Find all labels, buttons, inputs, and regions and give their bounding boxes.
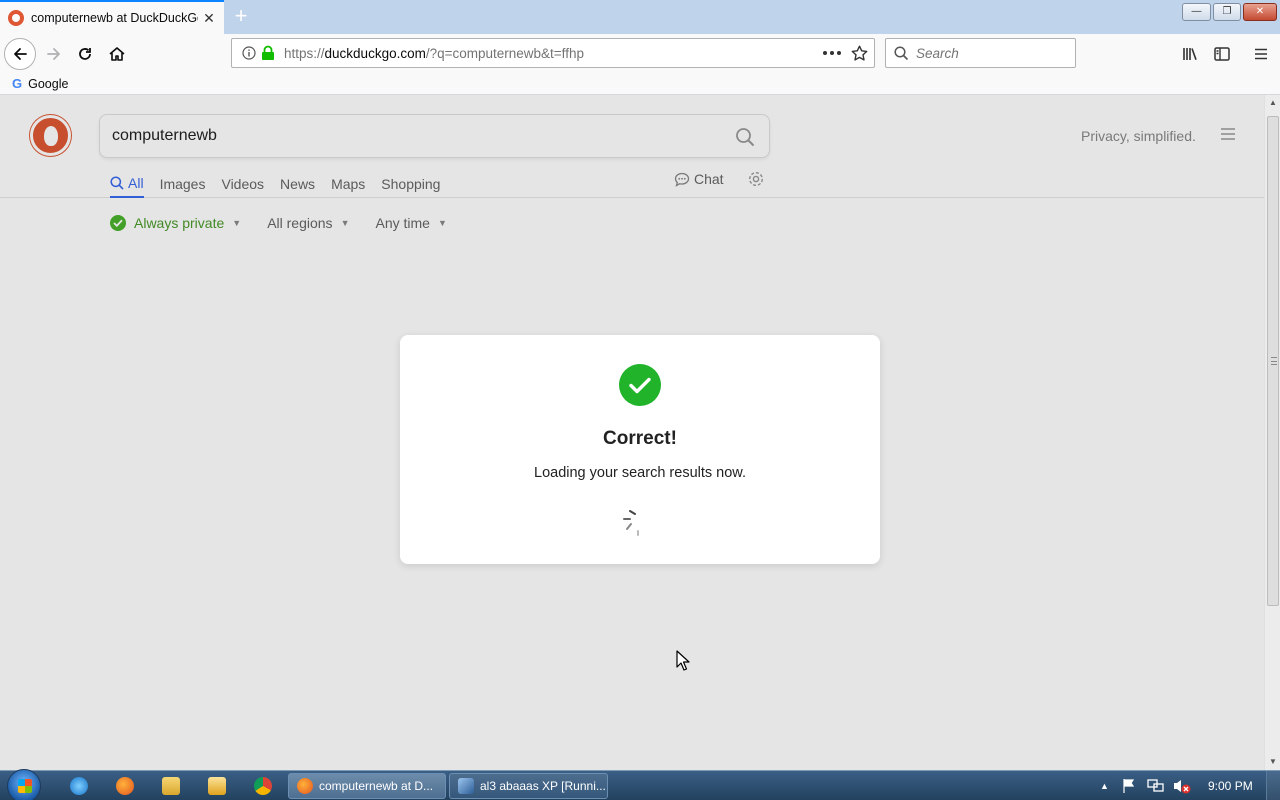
- back-button[interactable]: [4, 38, 36, 70]
- network-icon[interactable]: [1147, 778, 1165, 794]
- show-desktop-button[interactable]: [1266, 771, 1280, 800]
- modal-subtitle: Loading your search results now.: [534, 465, 746, 481]
- forward-button[interactable]: [38, 38, 70, 70]
- url-text: https://duckduckgo.com/?q=computernewb&t…: [284, 46, 584, 61]
- sidebar-icon: [1214, 47, 1230, 61]
- taskbar-item-firefox[interactable]: computernewb at D...: [288, 773, 446, 799]
- address-bar[interactable]: https://duckduckgo.com/?q=computernewb&t…: [231, 38, 875, 68]
- reload-icon: [79, 48, 91, 60]
- bookmark-google[interactable]: G Google: [12, 76, 68, 91]
- taskbar-item-virtualbox[interactable]: al3 abaaas XP [Runni...: [449, 773, 608, 799]
- info-icon[interactable]: [242, 46, 256, 60]
- action-center-flag-icon[interactable]: [1121, 778, 1137, 794]
- back-arrow-icon: [14, 48, 27, 60]
- scroll-down-arrow-icon[interactable]: ▼: [1265, 754, 1280, 770]
- hamburger-menu-icon: [1255, 48, 1267, 60]
- tab-strip: computernewb at DuckDuckGo ✕ + — ❐ ✕: [0, 0, 1280, 34]
- forward-arrow-icon: [47, 48, 60, 60]
- firefox-icon[interactable]: [116, 777, 134, 795]
- result-modal: Correct! Loading your search results now…: [400, 335, 880, 564]
- home-button[interactable]: [101, 38, 133, 70]
- media-player-icon[interactable]: [208, 777, 226, 795]
- start-button[interactable]: [7, 769, 41, 800]
- search-icon: [894, 46, 909, 61]
- bookmark-label: Google: [28, 76, 69, 91]
- library-button[interactable]: [1174, 38, 1206, 70]
- browser-search-box[interactable]: Search: [885, 38, 1076, 68]
- lock-icon[interactable]: [261, 45, 275, 61]
- chrome-icon[interactable]: [254, 777, 272, 795]
- browser-tab[interactable]: computernewb at DuckDuckGo ✕: [0, 0, 224, 34]
- search-placeholder: Search: [916, 45, 959, 61]
- page-viewport: computernewb Privacy, simplified. All Im…: [0, 95, 1264, 770]
- sidebar-toggle-button[interactable]: [1206, 38, 1238, 70]
- task-label: al3 abaaas XP [Runni...: [480, 779, 606, 793]
- app-menu-button[interactable]: [1245, 38, 1277, 70]
- maximize-button[interactable]: ❐: [1213, 3, 1241, 21]
- navigation-toolbar: https://duckduckgo.com/?q=computernewb&t…: [0, 34, 1280, 74]
- file-explorer-icon[interactable]: [162, 777, 180, 795]
- bookmark-star-icon[interactable]: [851, 45, 868, 62]
- show-hidden-icons-icon[interactable]: ▲: [1100, 781, 1109, 791]
- loading-spinner-icon: [623, 510, 639, 536]
- task-label: computernewb at D...: [319, 779, 434, 793]
- modal-title: Correct!: [603, 428, 677, 449]
- scrollbar-grip-icon: [1271, 357, 1277, 365]
- library-icon: [1183, 48, 1197, 60]
- system-clock[interactable]: 9:00 PM: [1208, 779, 1253, 793]
- scroll-up-arrow-icon[interactable]: ▲: [1265, 95, 1280, 111]
- home-icon: [109, 47, 125, 61]
- tab-title: computernewb at DuckDuckGo: [31, 11, 198, 25]
- window-close-button[interactable]: ✕: [1243, 3, 1277, 21]
- vertical-scrollbar[interactable]: ▲ ▼: [1264, 95, 1280, 770]
- page-actions-menu-icon[interactable]: [823, 51, 841, 55]
- url-prefix: https://: [284, 45, 325, 61]
- google-icon: G: [12, 76, 23, 91]
- reload-button[interactable]: [69, 38, 101, 70]
- url-path: /?q=computernewb&t=ffhp: [425, 45, 584, 61]
- windows-taskbar: computernewb at D... al3 abaaas XP [Runn…: [0, 769, 1280, 800]
- bookmarks-toolbar: G Google: [0, 74, 1280, 95]
- virtual-machine-icon: [458, 778, 474, 794]
- system-tray: ▲: [1100, 771, 1191, 800]
- minimize-button[interactable]: —: [1182, 3, 1211, 21]
- internet-explorer-icon[interactable]: [70, 777, 88, 795]
- mouse-cursor-icon: [676, 650, 690, 671]
- tab-close-button[interactable]: ✕: [202, 10, 216, 27]
- firefox-icon: [297, 778, 313, 794]
- volume-muted-icon[interactable]: [1173, 778, 1191, 794]
- success-check-icon: [619, 364, 661, 406]
- scrollbar-thumb[interactable]: [1267, 116, 1279, 606]
- url-host: duckduckgo.com: [324, 45, 426, 61]
- new-tab-button[interactable]: +: [229, 5, 253, 29]
- duckduckgo-favicon-icon: [8, 10, 24, 26]
